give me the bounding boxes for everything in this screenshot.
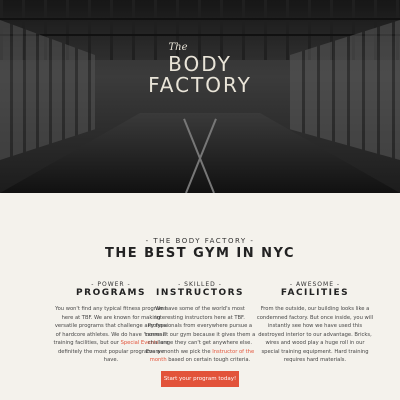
hero-banner: The BODY FACTORY	[0, 0, 400, 193]
intro-kicker: - THE BODY FACTORY -	[145, 237, 255, 245]
start-program-button[interactable]: Start your program today!	[161, 371, 239, 387]
logo-line-2: FACTORY	[148, 73, 252, 97]
feature-column-facilities: - AWESOME - FACILITIES From the outside,…	[256, 281, 374, 365]
logo-line-1: BODY	[168, 52, 232, 76]
intro-headline: THE BEST GYM IN NYC	[104, 246, 296, 261]
feature-title: INSTRUCTORS	[155, 288, 245, 298]
feature-text-before: We have some of the world's most interes…	[144, 306, 256, 355]
site-logo[interactable]: The BODY FACTORY	[0, 42, 400, 96]
feature-title: FACILITIES	[280, 288, 350, 298]
feature-kicker: - AWESOME -	[289, 281, 341, 288]
feature-text: From the outside, our building looks lik…	[256, 305, 374, 365]
feature-text-before: From the outside, our building looks lik…	[256, 306, 374, 363]
feature-text: We have some of the world's most interes…	[143, 305, 257, 365]
main-content: - THE BODY FACTORY - THE BEST GYM IN NYC…	[0, 193, 400, 400]
feature-column-instructors: - SKILLED - INSTRUCTORS We have some of …	[143, 281, 257, 365]
hero-beam	[0, 18, 400, 20]
hero-beam	[0, 34, 400, 36]
feature-text-after: based on certain tough criteria.	[166, 357, 251, 363]
feature-kicker: - SKILLED -	[178, 281, 222, 288]
